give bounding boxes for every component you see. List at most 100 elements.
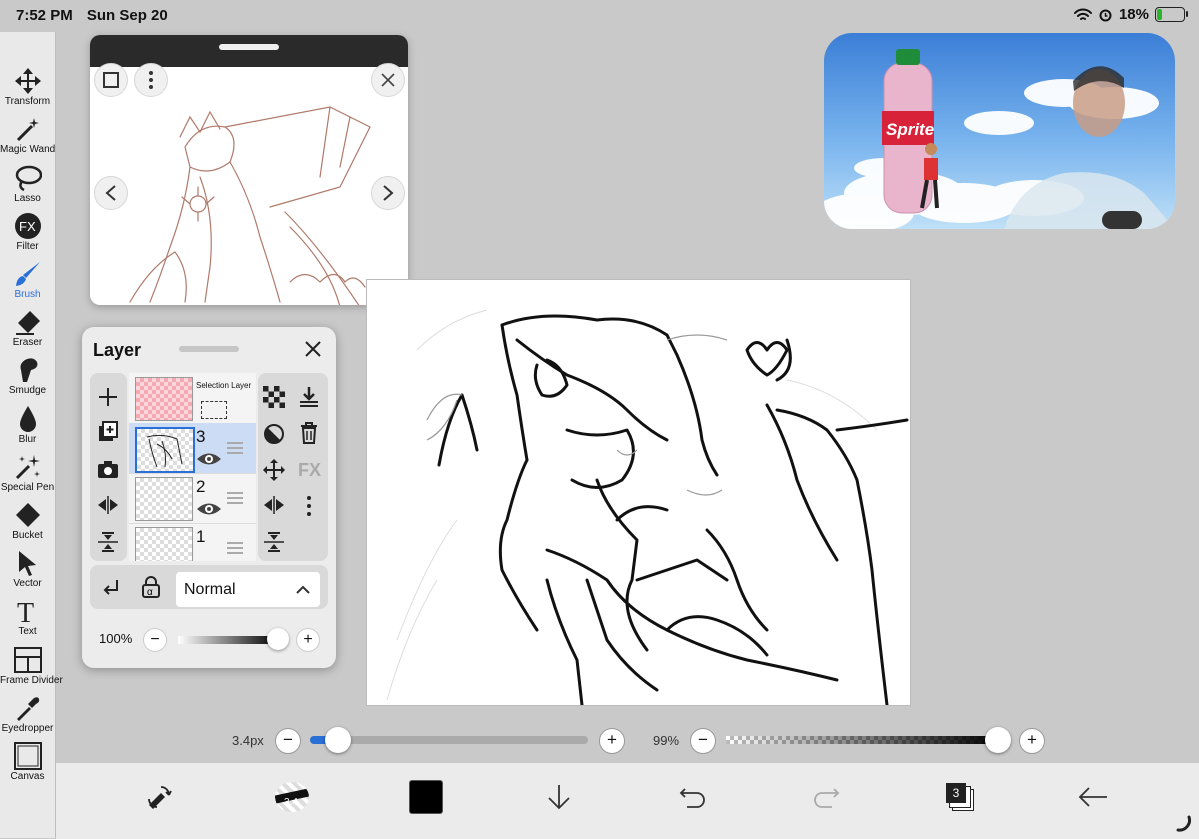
flip-horizontal-icon[interactable] [263, 495, 285, 515]
reference-window[interactable] [90, 35, 408, 305]
tool-special-pen[interactable]: Special Pen [0, 452, 55, 493]
layer-row[interactable]: 3 [129, 423, 256, 474]
eye-icon[interactable] [196, 500, 222, 518]
close-icon [305, 341, 321, 357]
svg-text:FX: FX [19, 219, 36, 234]
flip-vertical-icon[interactable] [97, 531, 119, 553]
redo-icon [814, 788, 840, 808]
merge-down-icon[interactable] [298, 386, 320, 408]
brush-size-slider[interactable] [310, 736, 588, 744]
bottom-bar: 3.4 3 [56, 762, 1199, 839]
drag-reorder-icon[interactable] [226, 541, 244, 555]
layer-actions-right: FX [258, 373, 328, 561]
blend-controls: α Normal [90, 565, 328, 609]
reference-window-titlebar[interactable] [90, 35, 408, 67]
reference-prev-button[interactable] [94, 176, 128, 210]
checkerboard-icon[interactable] [263, 386, 285, 408]
tool-canvas[interactable]: Canvas [0, 741, 55, 782]
move-layer-icon[interactable] [263, 459, 285, 481]
tool-label: Canvas [10, 771, 45, 782]
drag-handle[interactable] [219, 44, 279, 50]
undo-icon [679, 788, 705, 808]
reference-mode-button[interactable] [94, 63, 128, 97]
video-pip[interactable]: Sprite [824, 33, 1175, 229]
layer-panel-close-button[interactable] [303, 339, 323, 364]
brush-opacity-increase-button[interactable]: + [1019, 728, 1045, 754]
tool-filter[interactable]: FX Filter [0, 211, 55, 252]
layer-row[interactable]: 1 [129, 523, 256, 561]
cursor-icon [0, 548, 55, 578]
fx-label[interactable]: FX [298, 460, 321, 481]
tool-magic-wand[interactable]: Magic Wand [0, 114, 55, 155]
layer-row[interactable]: 2 [129, 473, 256, 524]
color-swatch-button[interactable] [406, 777, 446, 817]
tool-eyedropper[interactable]: Eyedropper [0, 693, 55, 734]
tool-smudge[interactable]: Smudge [0, 355, 55, 396]
undo-button[interactable] [673, 777, 713, 817]
blend-mode-select[interactable]: Normal [176, 572, 320, 607]
status-date: Sun Sep 20 [86, 7, 168, 24]
layer-panel-drag-handle[interactable] [179, 346, 239, 352]
quick-tool-switch-button[interactable] [139, 777, 179, 817]
add-layer-icon[interactable] [97, 386, 119, 408]
tool-eraser[interactable]: Eraser [0, 307, 55, 348]
tool-lasso[interactable]: Lasso [0, 163, 55, 204]
arrow-down-icon [548, 785, 570, 810]
eye-icon[interactable] [196, 450, 222, 468]
clip-arrow-icon[interactable] [101, 578, 121, 598]
brush-size-decrease-button[interactable]: − [275, 728, 301, 754]
tool-label: Transform [4, 96, 51, 107]
status-bar: 7:52 PM Sun Sep 20 18% [0, 0, 1199, 32]
brush-opacity-slider[interactable] [726, 736, 1001, 744]
layer-opacity-value: 100% [99, 631, 133, 646]
flip-vertical-icon[interactable] [263, 531, 285, 553]
back-button[interactable] [1073, 777, 1113, 817]
opacity-slider-knob[interactable] [267, 628, 289, 650]
opacity-increase-button[interactable]: + [296, 628, 320, 652]
camera-icon[interactable] [97, 459, 119, 479]
duplicate-layer-icon[interactable] [97, 421, 119, 443]
tool-text[interactable]: T Text [0, 596, 55, 637]
flip-horizontal-icon[interactable] [97, 495, 119, 515]
tool-label: Blur [18, 434, 37, 445]
clipping-icon[interactable] [263, 423, 285, 445]
brush-preview-button[interactable]: 3.4 [272, 777, 312, 817]
brush-opacity-slider-knob[interactable] [985, 727, 1012, 753]
eraser-icon [0, 307, 55, 337]
layer-panel[interactable]: Layer Selection Layer 3 2 1 FX α Normal … [82, 327, 336, 668]
tool-vector[interactable]: Vector [0, 548, 55, 589]
reference-next-button[interactable] [371, 176, 405, 210]
brush-size-slider-knob[interactable] [324, 727, 351, 753]
droplet-icon [0, 404, 55, 434]
layer-count: 3 [946, 783, 966, 803]
tool-transform[interactable]: Transform [0, 66, 55, 107]
more-vertical-icon[interactable] [306, 495, 312, 517]
drag-reorder-icon[interactable] [226, 441, 244, 455]
brush-size-increase-button[interactable]: + [599, 728, 625, 754]
redo-button[interactable] [806, 777, 846, 817]
opacity-decrease-button[interactable]: − [143, 628, 167, 652]
tool-frame-divider[interactable]: Frame Divider [0, 645, 63, 686]
opacity-slider-track[interactable] [178, 636, 278, 644]
tool-bucket[interactable]: Bucket [0, 500, 55, 541]
layers-button[interactable]: 3 [940, 777, 980, 817]
reference-close-button[interactable] [371, 63, 405, 97]
layer-thumbnail [135, 477, 193, 521]
text-icon: T [0, 596, 55, 626]
layers-icon: 3 [946, 783, 974, 811]
canvas-icon [0, 741, 55, 771]
brush-size-value: 3.4px [232, 733, 264, 748]
layer-list[interactable]: Selection Layer 3 2 1 [129, 373, 256, 561]
tool-brush[interactable]: Brush [0, 259, 55, 300]
selection-layer-row[interactable]: Selection Layer [129, 373, 256, 424]
reference-menu-button[interactable] [134, 63, 168, 97]
alpha-lock-icon[interactable]: α [141, 576, 161, 598]
pip-scene: Sprite [824, 49, 1175, 229]
brush-opacity-decrease-button[interactable]: − [690, 728, 716, 754]
tool-blur[interactable]: Blur [0, 404, 55, 445]
import-down-button[interactable] [539, 777, 579, 817]
drag-reorder-icon[interactable] [226, 491, 244, 505]
drawing-canvas[interactable] [367, 280, 910, 705]
trash-icon[interactable] [299, 422, 319, 444]
chevron-left-icon [105, 185, 116, 201]
